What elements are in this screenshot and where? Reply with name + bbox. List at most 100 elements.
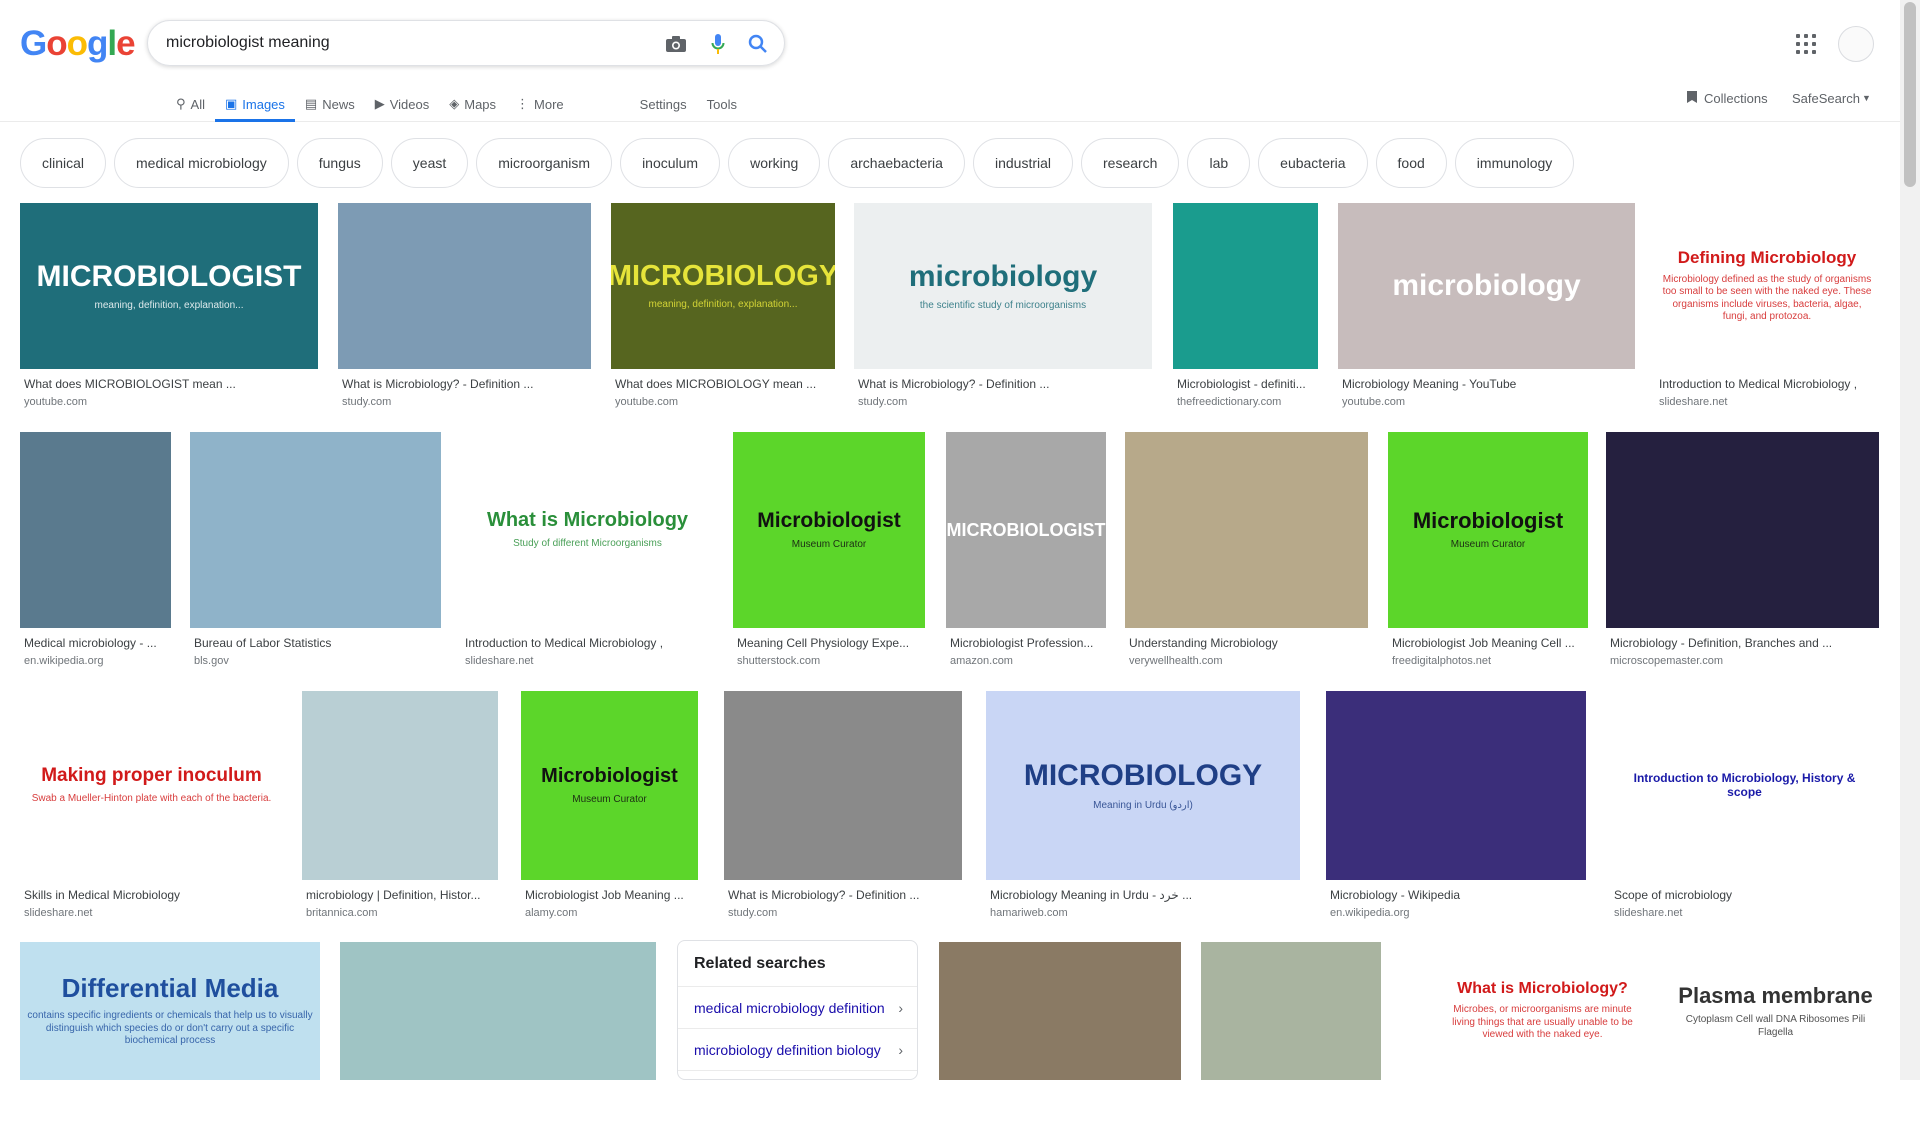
- chip[interactable]: archaebacteria: [828, 138, 965, 188]
- image-result[interactable]: MICROBIOLOGIST Microbiologist Profession.…: [946, 432, 1106, 672]
- result-thumbnail[interactable]: MICROBIOLOGY meaning, definition, explana…: [611, 203, 835, 369]
- result-title[interactable]: Microbiology Meaning - YouTube: [1342, 377, 1633, 391]
- image-result[interactable]: Medical microbiology - ... en.wikipedia.o…: [20, 432, 171, 672]
- result-title[interactable]: Microbiologist Profession...: [950, 636, 1104, 650]
- google-logo[interactable]: Google: [20, 24, 136, 64]
- chip[interactable]: industrial: [972, 138, 1073, 188]
- scrollbar-thumb[interactable]: [1904, 2, 1916, 187]
- microphone-icon[interactable]: [706, 32, 730, 56]
- result-title[interactable]: Medical microbiology - ...: [24, 636, 169, 650]
- chip[interactable]: inoculum: [620, 138, 721, 188]
- result-title[interactable]: Skills in Medical Microbiology: [24, 888, 281, 902]
- result-thumbnail[interactable]: [1173, 203, 1318, 369]
- tab-news[interactable]: ▤ News: [295, 86, 365, 122]
- image-result[interactable]: What is Microbiology? - Definition ... st…: [338, 203, 591, 413]
- image-result[interactable]: [1201, 942, 1381, 1124]
- result-thumbnail[interactable]: [20, 432, 171, 628]
- image-result[interactable]: Microbiologist Museum Curator Meaning Cell…: [733, 432, 925, 672]
- related-search-item[interactable]: microbiology definition biology ›: [678, 1028, 917, 1070]
- image-result[interactable]: MICROBIOLOGIST meaning, definition, expla…: [20, 203, 318, 413]
- safesearch-dropdown[interactable]: SafeSearch ▼: [1792, 86, 1871, 110]
- chip[interactable]: microorganism: [476, 138, 613, 188]
- image-result[interactable]: What is Microbiology Study of different M…: [461, 432, 714, 672]
- result-title[interactable]: Scope of microbiology: [1614, 888, 1877, 902]
- result-title[interactable]: Meaning Cell Physiology Expe...: [737, 636, 923, 650]
- result-title[interactable]: Microbiology - Wikipedia: [1330, 888, 1584, 902]
- result-thumbnail[interactable]: Defining Microbiology Microbiology define…: [1655, 203, 1879, 369]
- result-title[interactable]: Microbiologist Job Meaning Cell ...: [1392, 636, 1586, 650]
- result-title[interactable]: Microbiologist Job Meaning ...: [525, 888, 696, 902]
- result-title[interactable]: Microbiologist - definiti...: [1177, 377, 1316, 391]
- related-search-item[interactable]: medical microbiology definition ›: [678, 986, 917, 1028]
- tab-maps[interactable]: ◈ Maps: [439, 86, 506, 122]
- settings-link[interactable]: Settings: [630, 86, 697, 122]
- image-result[interactable]: microbiology the scientific study of micr…: [854, 203, 1152, 413]
- result-thumbnail[interactable]: Microbiologist Museum Curator: [733, 432, 925, 628]
- image-result[interactable]: microbiology Microbiology Meaning - YouTu…: [1338, 203, 1635, 413]
- image-result[interactable]: Bureau of Labor Statistics bls.gov: [190, 432, 441, 672]
- result-thumbnail[interactable]: [939, 942, 1181, 1080]
- result-thumbnail[interactable]: [302, 691, 498, 880]
- chip[interactable]: immunology: [1454, 138, 1575, 188]
- image-result[interactable]: microbiology | Definition, Histor... brit…: [302, 691, 498, 924]
- tab-videos[interactable]: ▶ Videos: [365, 86, 440, 122]
- image-result[interactable]: Microbiologist Museum Curator Microbiologi…: [521, 691, 698, 924]
- result-thumbnail[interactable]: [724, 691, 962, 880]
- image-result[interactable]: [340, 942, 656, 1124]
- image-result[interactable]: [939, 942, 1181, 1124]
- image-result[interactable]: MICROBIOLOGY meaning, definition, explana…: [611, 203, 835, 413]
- image-result[interactable]: Microbiologist - definiti... thefreedicti…: [1173, 203, 1318, 413]
- result-thumbnail[interactable]: MICROBIOLOGY Meaning in Urdu (اردو): [986, 691, 1300, 880]
- search-input[interactable]: microbiologist meaning: [166, 34, 330, 52]
- result-title[interactable]: Introduction to Medical Microbiology ,: [465, 636, 712, 650]
- avatar[interactable]: [1838, 26, 1874, 62]
- image-result[interactable]: Plasma membrane Cytoplasm Cell wall DNA R…: [1672, 942, 1879, 1124]
- chip[interactable]: clinical: [20, 138, 107, 188]
- scrollbar[interactable]: [1900, 0, 1920, 1080]
- result-thumbnail[interactable]: [1125, 432, 1368, 628]
- search-icon[interactable]: [746, 32, 770, 56]
- result-title[interactable]: microbiology | Definition, Histor...: [306, 888, 496, 902]
- result-title[interactable]: What is Microbiology? - Definition ...: [728, 888, 960, 902]
- image-result[interactable]: MICROBIOLOGY Meaning in Urdu (اردو) Microb…: [986, 691, 1300, 924]
- result-title[interactable]: Understanding Microbiology: [1129, 636, 1366, 650]
- image-result[interactable]: Defining Microbiology Microbiology define…: [1655, 203, 1879, 413]
- image-result[interactable]: Microbiology - Definition, Branches and …: [1606, 432, 1879, 672]
- result-title[interactable]: Microbiology - Definition, Branches and …: [1610, 636, 1877, 650]
- chip[interactable]: fungus: [296, 138, 383, 188]
- result-thumbnail[interactable]: MICROBIOLOGIST: [946, 432, 1106, 628]
- result-title[interactable]: Introduction to Medical Microbiology ,: [1659, 377, 1877, 391]
- collections-link[interactable]: Collections: [1686, 86, 1768, 110]
- result-thumbnail[interactable]: [190, 432, 441, 628]
- result-title[interactable]: What is Microbiology? - Definition ...: [342, 377, 589, 391]
- result-thumbnail[interactable]: What is Microbiology Study of different M…: [461, 432, 714, 628]
- image-result[interactable]: What is Microbiology? - Definition ... st…: [724, 691, 962, 924]
- tab-more[interactable]: ⋮ More: [506, 86, 574, 122]
- result-thumbnail[interactable]: Introduction to Microbiology, History & …: [1610, 691, 1879, 880]
- camera-icon[interactable]: [664, 32, 688, 56]
- result-thumbnail[interactable]: Microbiologist Museum Curator: [1388, 432, 1588, 628]
- chip[interactable]: eubacteria: [1258, 138, 1368, 188]
- result-title[interactable]: What does MICROBIOLOGY mean ...: [615, 377, 833, 391]
- chip[interactable]: lab: [1187, 138, 1251, 188]
- result-title[interactable]: What is Microbiology? - Definition ...: [858, 377, 1150, 391]
- search-box[interactable]: microbiologist meaning: [147, 20, 785, 66]
- image-result[interactable]: Microbiology - Wikipedia en.wikipedia.org: [1326, 691, 1586, 924]
- result-thumbnail[interactable]: [1201, 942, 1381, 1080]
- result-thumbnail[interactable]: MICROBIOLOGIST meaning, definition, expla…: [20, 203, 318, 369]
- chip[interactable]: working: [728, 138, 821, 188]
- image-result[interactable]: What is Microbiology? Microbes, or microo…: [1436, 942, 1649, 1124]
- result-thumbnail[interactable]: Plasma membrane Cytoplasm Cell wall DNA R…: [1672, 942, 1879, 1080]
- result-thumbnail[interactable]: [338, 203, 591, 369]
- image-result[interactable]: Microbiologist Museum Curator Microbiologi…: [1388, 432, 1588, 672]
- tools-link[interactable]: Tools: [697, 86, 747, 122]
- chip[interactable]: research: [1081, 138, 1180, 188]
- chip[interactable]: yeast: [390, 138, 469, 188]
- chip[interactable]: food: [1375, 138, 1447, 188]
- chip[interactable]: medical microbiology: [114, 138, 289, 188]
- tab-images[interactable]: ▣ Images: [214, 86, 295, 122]
- image-result[interactable]: Differential Media contains specific ingr…: [20, 942, 320, 1124]
- result-title[interactable]: What does MICROBIOLOGIST mean ...: [24, 377, 316, 391]
- result-thumbnail[interactable]: [1326, 691, 1586, 880]
- result-thumbnail[interactable]: microbiology the scientific study of micr…: [854, 203, 1152, 369]
